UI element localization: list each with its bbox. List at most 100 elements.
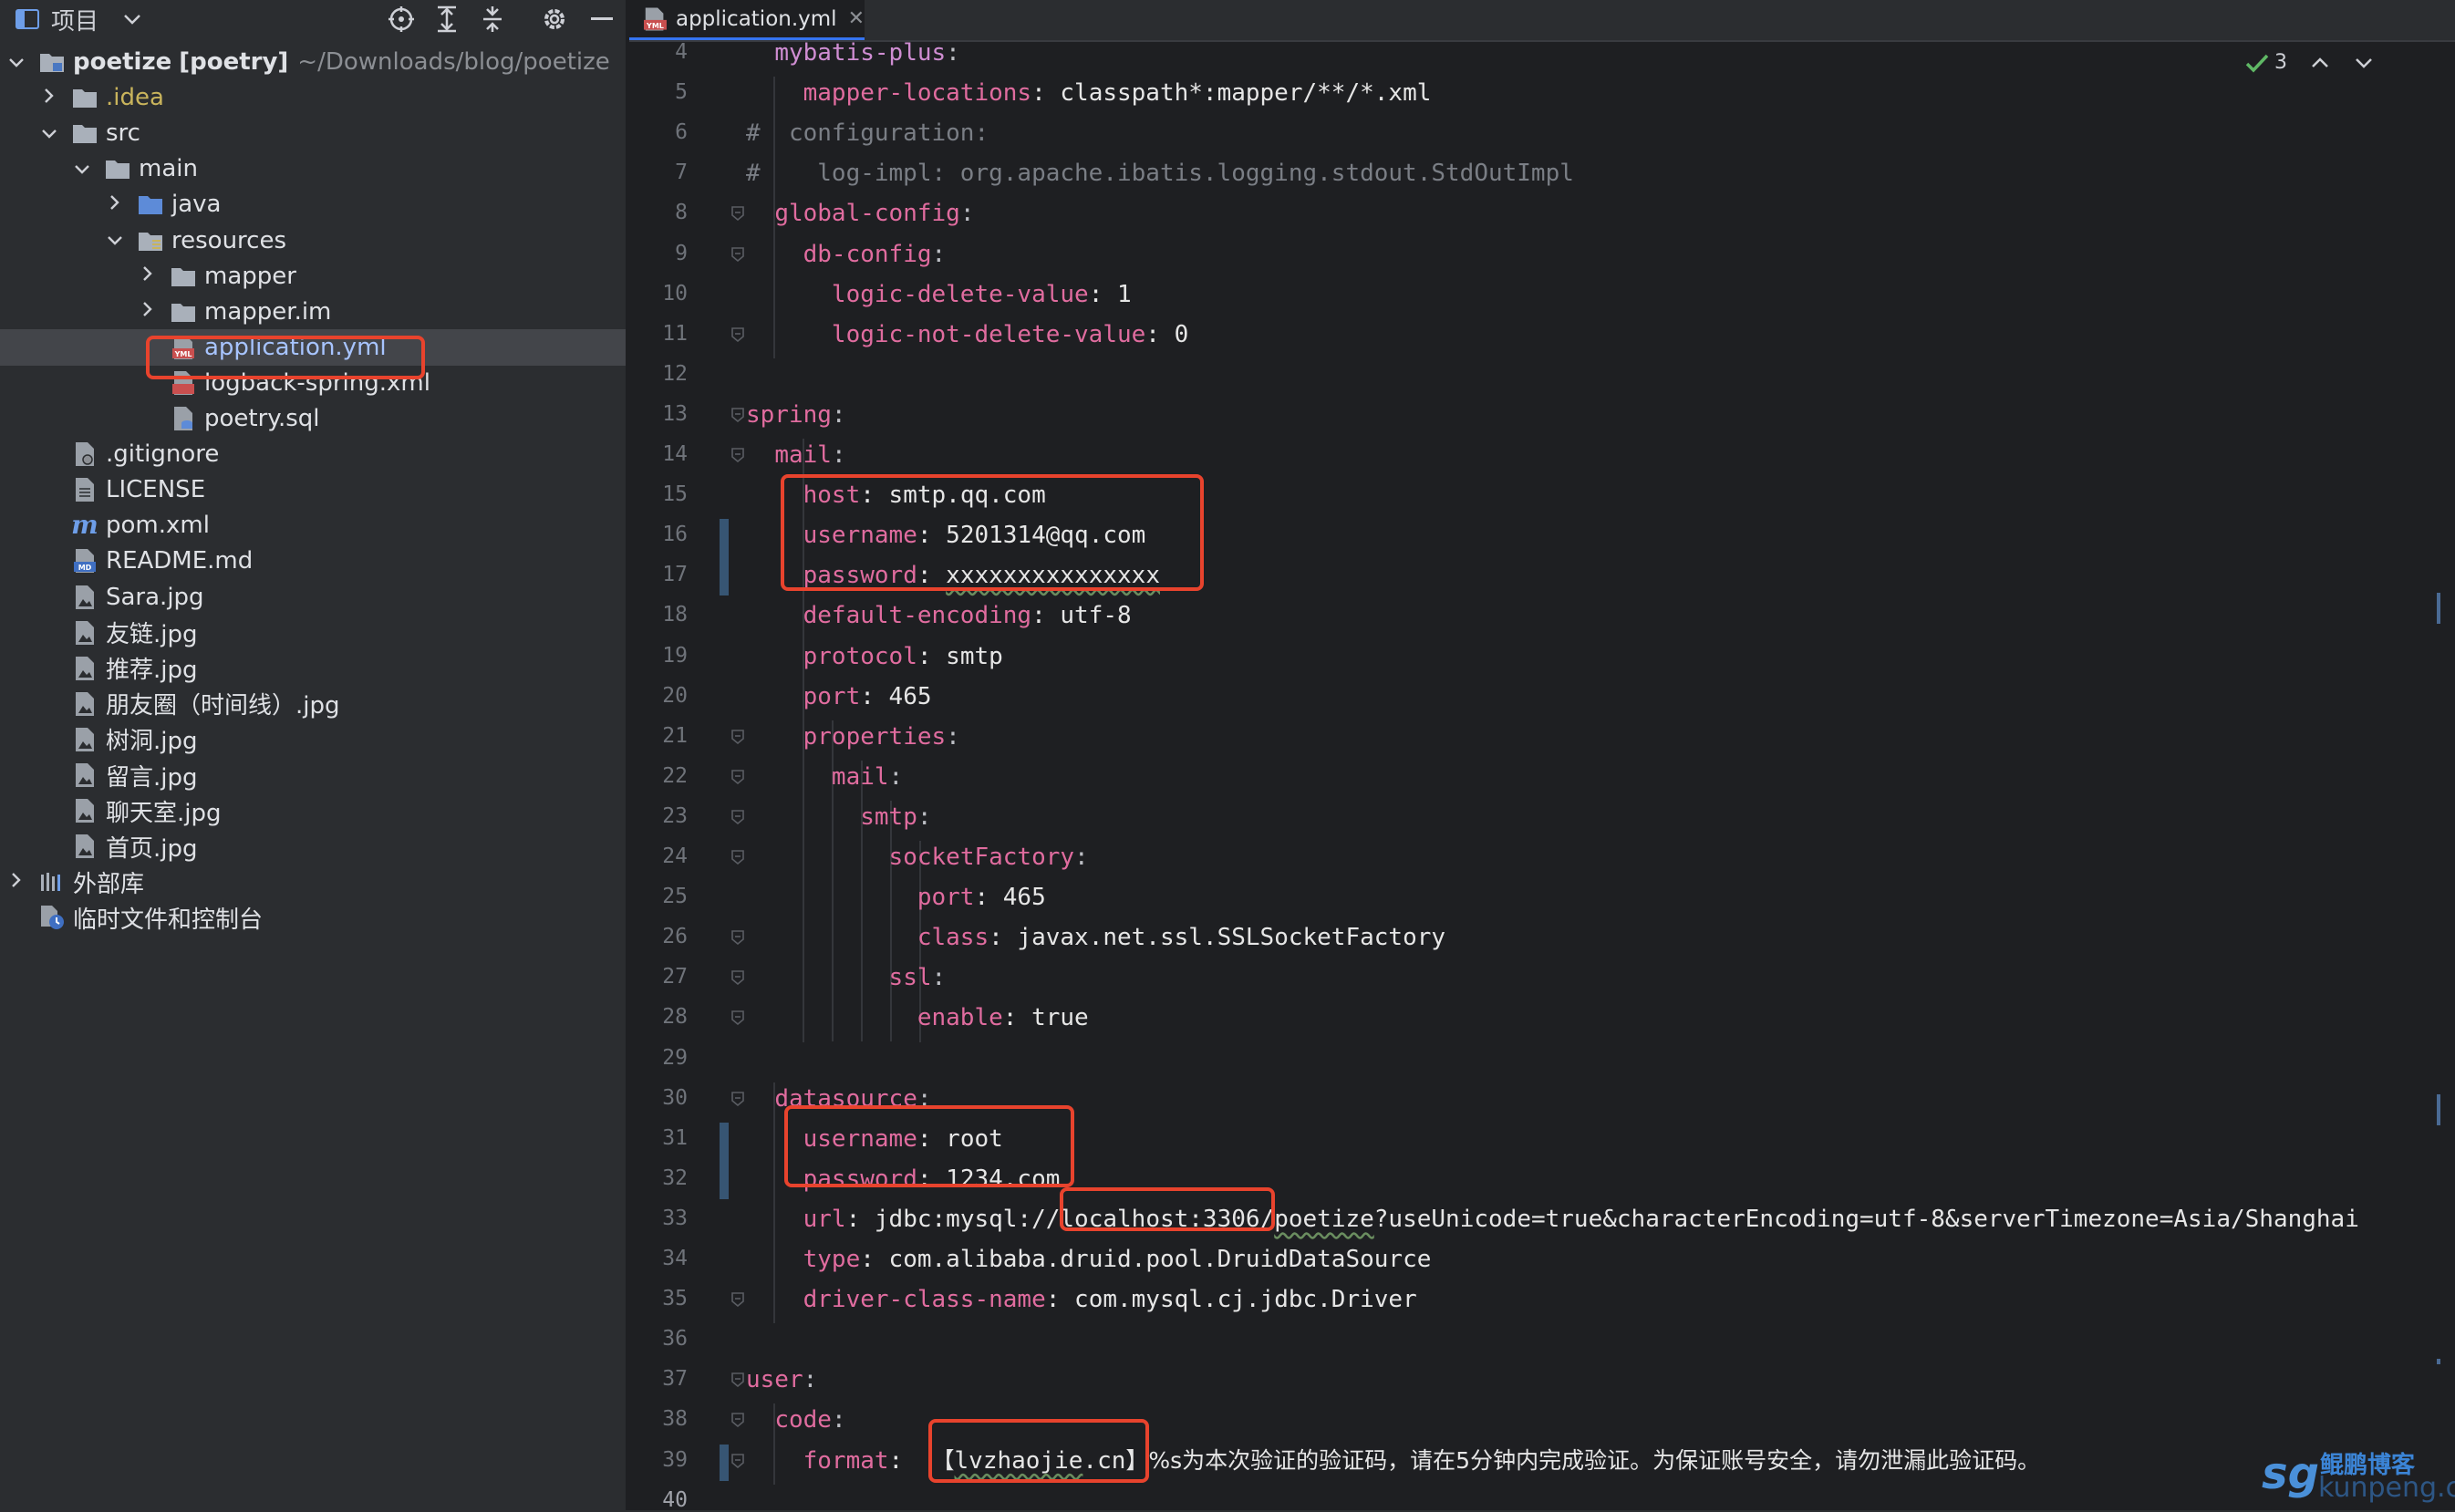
chevron-right-icon[interactable] (137, 264, 159, 287)
fold-marker-icon[interactable] (731, 810, 744, 824)
code-line[interactable]: socketFactory: (746, 837, 1089, 877)
code-line[interactable]: default-encoding: utf-8 (746, 595, 1132, 636)
line-gutter[interactable]: 4 5 6 7 8 9 10 11 12 13 14 15 16 17 18 19 20 21 22 23 24 25 26… (629, 40, 744, 1512)
hide-panel-icon[interactable] (584, 0, 620, 38)
code-token: type (803, 1246, 861, 1273)
tree-item[interactable]: m pom.xml (0, 507, 664, 544)
tree-item[interactable]: 聊天室.jpg (0, 792, 664, 829)
fold-marker-icon[interactable] (731, 850, 744, 865)
code-line[interactable]: db-config: (746, 234, 947, 274)
expand-all-icon[interactable] (429, 0, 465, 38)
tree-item[interactable]: 推荐.jpg (0, 650, 664, 687)
code-line[interactable]: port: 465 (746, 877, 1046, 917)
tree-item[interactable]: src (0, 115, 664, 151)
tree-item[interactable]: 临时文件和控制台 (0, 899, 631, 936)
tree-item[interactable]: 首页.jpg (0, 828, 664, 865)
code-line[interactable]: enable: true (746, 998, 1089, 1038)
fold-marker-icon[interactable] (731, 769, 744, 784)
code-line[interactable]: mail: (746, 757, 903, 797)
image-file-icon (71, 727, 98, 752)
tree-item[interactable]: .gitignore (0, 436, 664, 472)
vcs-change-marker[interactable] (720, 1444, 729, 1481)
chevron-right-icon[interactable] (104, 193, 126, 216)
code-token: : utf-8 (1031, 602, 1132, 630)
code-line[interactable]: user: (746, 1360, 817, 1400)
tree-item[interactable]: main (0, 150, 697, 187)
code-line[interactable]: url: jdbc:mysql://localhost:3306/poetize… (746, 1199, 2359, 1239)
code-line[interactable]: ssl: (746, 958, 947, 998)
tree-item[interactable]: MD README.md (0, 543, 664, 579)
tree-item[interactable]: 友链.jpg (0, 615, 664, 651)
gear-icon[interactable] (536, 0, 573, 38)
fold-marker-icon[interactable] (731, 1292, 744, 1308)
code-line[interactable]: mybatis-plus: (746, 33, 960, 73)
code-line[interactable]: properties: (746, 717, 960, 757)
tree-item[interactable]: 朋友圈（时间线）.jpg (0, 686, 664, 722)
code-line[interactable]: driver-class-name: com.mysql.cj.jdbc.Dri… (746, 1279, 1417, 1320)
fold-marker-icon[interactable] (731, 1010, 744, 1026)
tree-item[interactable]: Sara.jpg (0, 579, 664, 616)
vcs-change-marker[interactable] (720, 1122, 729, 1199)
code-line[interactable]: protocol: smtp (746, 637, 1003, 677)
code-line[interactable]: class: javax.net.ssl.SSLSocketFactory (746, 917, 1445, 958)
tree-item[interactable]: 树洞.jpg (0, 721, 664, 758)
folder-icon (71, 120, 98, 146)
code-token: ssl (888, 964, 932, 992)
tree-item[interactable]: LICENSE (0, 471, 664, 508)
chevron-down-icon[interactable] (38, 122, 60, 145)
fold-marker-icon[interactable] (731, 930, 744, 946)
chevron-down-icon[interactable] (104, 229, 126, 252)
chevron-right-icon[interactable] (5, 871, 27, 894)
chevron-down-icon[interactable] (117, 0, 148, 38)
tree-item[interactable]: poetize [poetry] ~/Downloads/blog/poetize (0, 44, 631, 80)
tree-item-label: main (139, 155, 198, 183)
code-line[interactable]: # configuration: (746, 113, 989, 153)
tree-item[interactable]: java (0, 186, 730, 223)
code-line[interactable]: smtp: (746, 797, 931, 837)
code-line[interactable]: global-config: (746, 193, 974, 233)
fold-marker-icon[interactable] (731, 326, 744, 342)
code-token: mail (831, 762, 889, 791)
tree-item[interactable]: .idea (0, 79, 664, 116)
fold-marker-icon[interactable] (731, 448, 744, 463)
fold-marker-icon[interactable] (731, 1413, 744, 1428)
close-icon[interactable]: ✕ (848, 7, 865, 30)
code-line[interactable]: type: com.alibaba.druid.pool.DruidDataSo… (746, 1239, 1432, 1279)
chevron-right-icon[interactable] (137, 300, 159, 323)
code-line[interactable]: code: (746, 1400, 845, 1440)
chevron-down-icon[interactable] (71, 158, 93, 181)
fold-marker-icon[interactable] (731, 1453, 744, 1468)
code-line[interactable]: spring: (746, 395, 846, 435)
code-line[interactable]: mail: (746, 435, 845, 475)
vcs-change-marker[interactable] (720, 519, 729, 596)
highlight-localhost-port (1060, 1187, 1275, 1231)
chevron-right-icon[interactable] (38, 87, 60, 109)
fold-marker-icon[interactable] (731, 970, 744, 986)
editor[interactable]: YML application.yml ✕ 3 4 5 6 7 8 9 10 11 12 13 14… (629, 0, 2455, 1512)
tree-item[interactable]: 外部库 (0, 864, 631, 900)
chevron-down-icon[interactable] (5, 51, 27, 74)
locate-file-icon[interactable] (383, 0, 420, 38)
line-number: 6 (675, 120, 688, 145)
fold-marker-icon[interactable] (731, 206, 744, 222)
code-line[interactable]: logic-not-delete-value: 0 (746, 315, 1188, 355)
project-view-title[interactable]: 项目 (47, 0, 102, 38)
fold-marker-icon[interactable] (731, 408, 744, 422)
tree-item[interactable]: 留言.jpg (0, 757, 664, 793)
tree-item[interactable]: resources (0, 223, 730, 259)
highlight-mail-credentials (781, 474, 1204, 591)
code-line[interactable]: # log-impl: org.apache.ibatis.logging.st… (746, 153, 1574, 193)
fold-marker-icon[interactable] (731, 1091, 744, 1106)
collapse-all-icon[interactable] (474, 0, 511, 38)
code-line[interactable]: port: 465 (746, 677, 932, 717)
code-area[interactable]: mybatis-plus: mapper-locations: classpat… (746, 39, 2442, 1510)
fold-marker-icon[interactable] (731, 729, 744, 744)
code-token: enable (917, 1004, 1003, 1032)
fold-marker-icon[interactable] (731, 246, 744, 262)
fold-marker-icon[interactable] (731, 1372, 744, 1388)
code-line[interactable]: logic-delete-value: 1 (746, 274, 1132, 315)
project-view-icon[interactable] (11, 0, 44, 38)
code-line[interactable]: mapper-locations: classpath*:mapper/**/*… (746, 73, 1432, 113)
